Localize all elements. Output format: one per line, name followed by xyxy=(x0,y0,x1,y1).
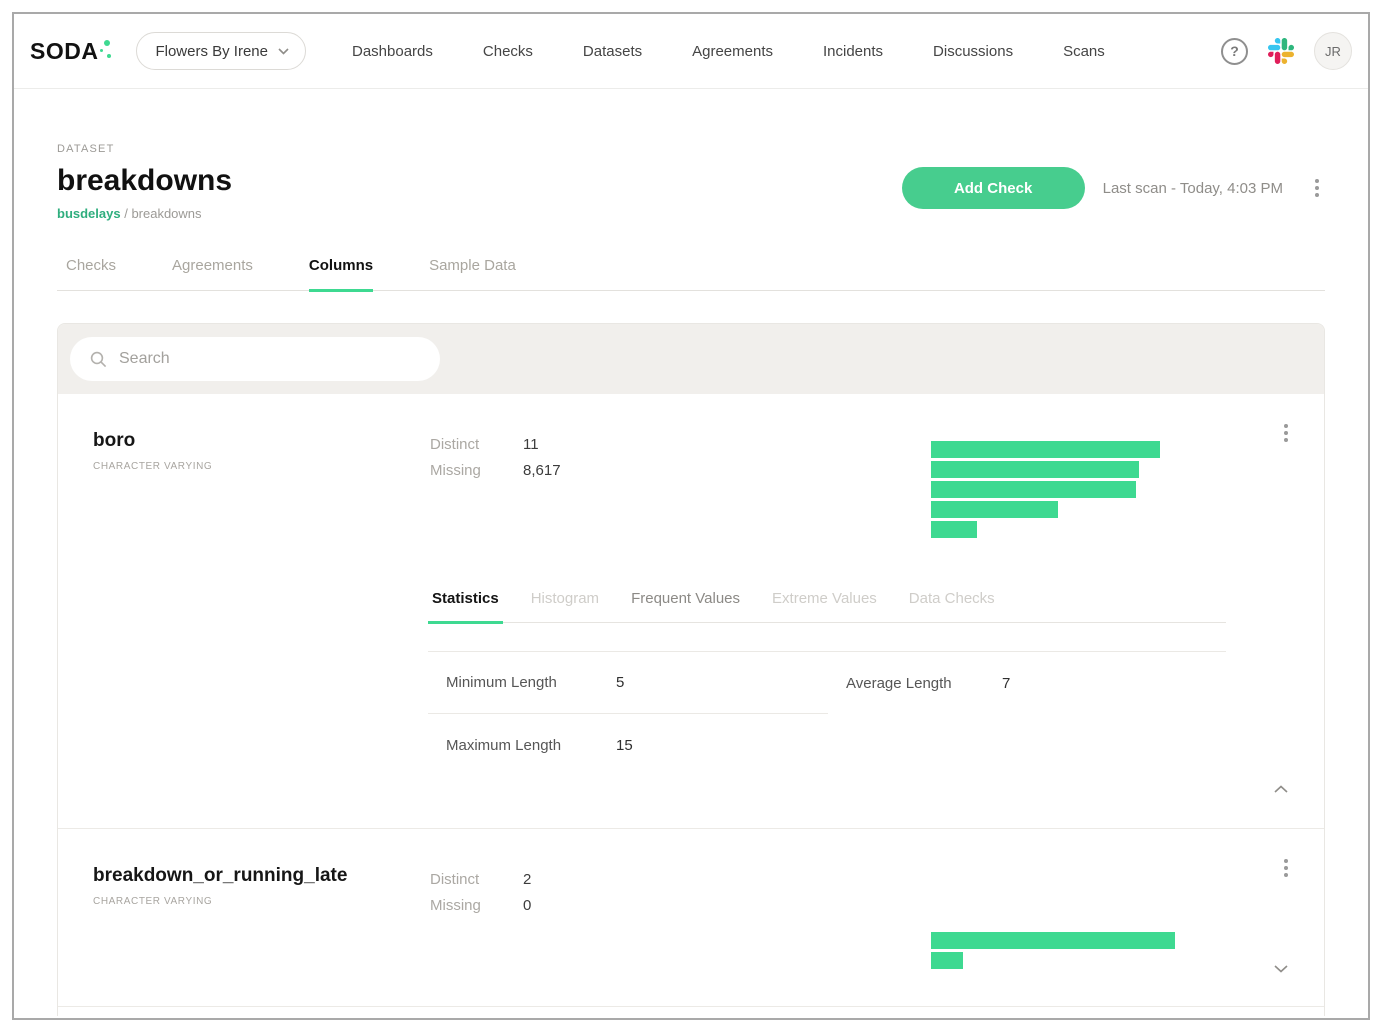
search-input[interactable] xyxy=(119,350,430,368)
detail-tab-extreme-values: Extreme Values xyxy=(768,590,881,624)
missing-label: Missing xyxy=(430,897,523,914)
search-icon xyxy=(90,351,107,368)
distribution-bar xyxy=(931,521,977,538)
column-type: CHARACTER VARYING xyxy=(93,896,347,907)
value-distribution-chart xyxy=(931,932,1175,972)
top-icons: ? JR xyxy=(1221,32,1352,70)
distinct-value: 2 xyxy=(523,871,531,888)
distribution-bar xyxy=(931,481,1136,498)
distribution-bar xyxy=(931,501,1058,518)
page-title: breakdowns xyxy=(57,164,232,198)
breadcrumb-separator: / xyxy=(121,206,132,221)
detail-tab-data-checks: Data Checks xyxy=(905,590,999,624)
user-avatar[interactable]: JR xyxy=(1314,32,1352,70)
distribution-bar xyxy=(931,952,963,969)
detail-tab-statistics[interactable]: Statistics xyxy=(428,590,503,624)
soda-logo[interactable]: SODA xyxy=(30,38,112,65)
nav-item-scans[interactable]: Scans xyxy=(1063,43,1105,60)
tab-sample-data[interactable]: Sample Data xyxy=(429,257,516,292)
distribution-bar xyxy=(931,441,1160,458)
columns-panel: boro CHARACTER VARYING Distinct 11 Missi… xyxy=(57,323,1325,1016)
breadcrumb-current: breakdowns xyxy=(131,206,201,221)
help-icon[interactable]: ? xyxy=(1221,38,1248,65)
stat-maximum-length: Maximum Length 15 xyxy=(428,714,828,776)
value-distribution-chart xyxy=(931,441,1160,541)
missing-label: Missing xyxy=(430,462,523,479)
dataset-kebab-menu-icon[interactable] xyxy=(1309,173,1325,203)
distribution-bar xyxy=(931,932,1175,949)
nav-item-dashboards[interactable]: Dashboards xyxy=(352,43,433,60)
distinct-label: Distinct xyxy=(430,436,523,453)
search-strip xyxy=(58,324,1324,394)
slack-icon[interactable] xyxy=(1268,38,1294,64)
nav-item-datasets[interactable]: Datasets xyxy=(583,43,642,60)
column-card-boro: boro CHARACTER VARYING Distinct 11 Missi… xyxy=(58,394,1324,828)
dataset-header: DATASET breakdowns busdelays / breakdown… xyxy=(57,143,1325,221)
chevron-down-icon xyxy=(278,48,289,55)
column-name: boro xyxy=(93,430,212,452)
column-detail: Statistics Histogram Frequent Values Ext… xyxy=(428,590,1226,776)
distinct-value: 11 xyxy=(523,436,539,453)
distinct-label: Distinct xyxy=(430,871,523,888)
app-window: SODA Flowers By Irene Dashboards Checks … xyxy=(12,12,1370,1020)
tab-agreements[interactable]: Agreements xyxy=(172,257,253,292)
statistics-table: Minimum Length 5 Maximum Length 15 Avera… xyxy=(428,651,1226,776)
next-column-card-cutoff xyxy=(58,1006,1324,1016)
search-box xyxy=(70,337,440,381)
column-detail-tabs: Statistics Histogram Frequent Values Ext… xyxy=(428,590,1226,623)
column-kebab-menu-icon[interactable] xyxy=(1278,418,1294,448)
column-kebab-menu-icon[interactable] xyxy=(1278,853,1294,883)
detail-tab-histogram: Histogram xyxy=(527,590,603,624)
detail-tab-frequent-values[interactable]: Frequent Values xyxy=(627,590,744,624)
add-check-button[interactable]: Add Check xyxy=(902,167,1085,209)
column-quick-stats: Distinct 2 Missing 0 xyxy=(430,871,531,923)
top-navigation-bar: SODA Flowers By Irene Dashboards Checks … xyxy=(14,14,1368,89)
column-card-breakdown-or-running-late: breakdown_or_running_late CHARACTER VARY… xyxy=(58,828,1324,1006)
last-scan-label: Last scan - Today, 4:03 PM xyxy=(1103,180,1283,197)
column-quick-stats: Distinct 11 Missing 8,617 xyxy=(430,436,561,488)
breadcrumb: busdelays / breakdowns xyxy=(57,206,232,221)
tab-checks[interactable]: Checks xyxy=(66,257,116,292)
missing-value: 0 xyxy=(523,897,531,914)
nav-item-checks[interactable]: Checks xyxy=(483,43,533,60)
expand-chevron-down-icon[interactable] xyxy=(1270,956,1292,982)
primary-nav: Dashboards Checks Datasets Agreements In… xyxy=(352,43,1105,60)
nav-item-discussions[interactable]: Discussions xyxy=(933,43,1013,60)
collapse-chevron-up-icon[interactable] xyxy=(1270,776,1292,802)
stat-minimum-length: Minimum Length 5 xyxy=(428,652,828,714)
organization-name: Flowers By Irene xyxy=(155,43,268,60)
missing-value: 8,617 xyxy=(523,462,561,479)
column-type: CHARACTER VARYING xyxy=(93,461,212,472)
dataset-tabs: Checks Agreements Columns Sample Data xyxy=(57,257,1325,291)
dataset-eyebrow: DATASET xyxy=(57,143,232,155)
organization-selector[interactable]: Flowers By Irene xyxy=(136,32,306,70)
column-name: breakdown_or_running_late xyxy=(93,865,347,887)
breadcrumb-parent-link[interactable]: busdelays xyxy=(57,206,121,221)
soda-logo-text: SODA xyxy=(30,38,98,64)
stat-average-length: Average Length 7 xyxy=(846,652,1226,714)
tab-columns[interactable]: Columns xyxy=(309,257,373,292)
nav-item-incidents[interactable]: Incidents xyxy=(823,43,883,60)
distribution-bar xyxy=(931,461,1139,478)
nav-item-agreements[interactable]: Agreements xyxy=(692,43,773,60)
